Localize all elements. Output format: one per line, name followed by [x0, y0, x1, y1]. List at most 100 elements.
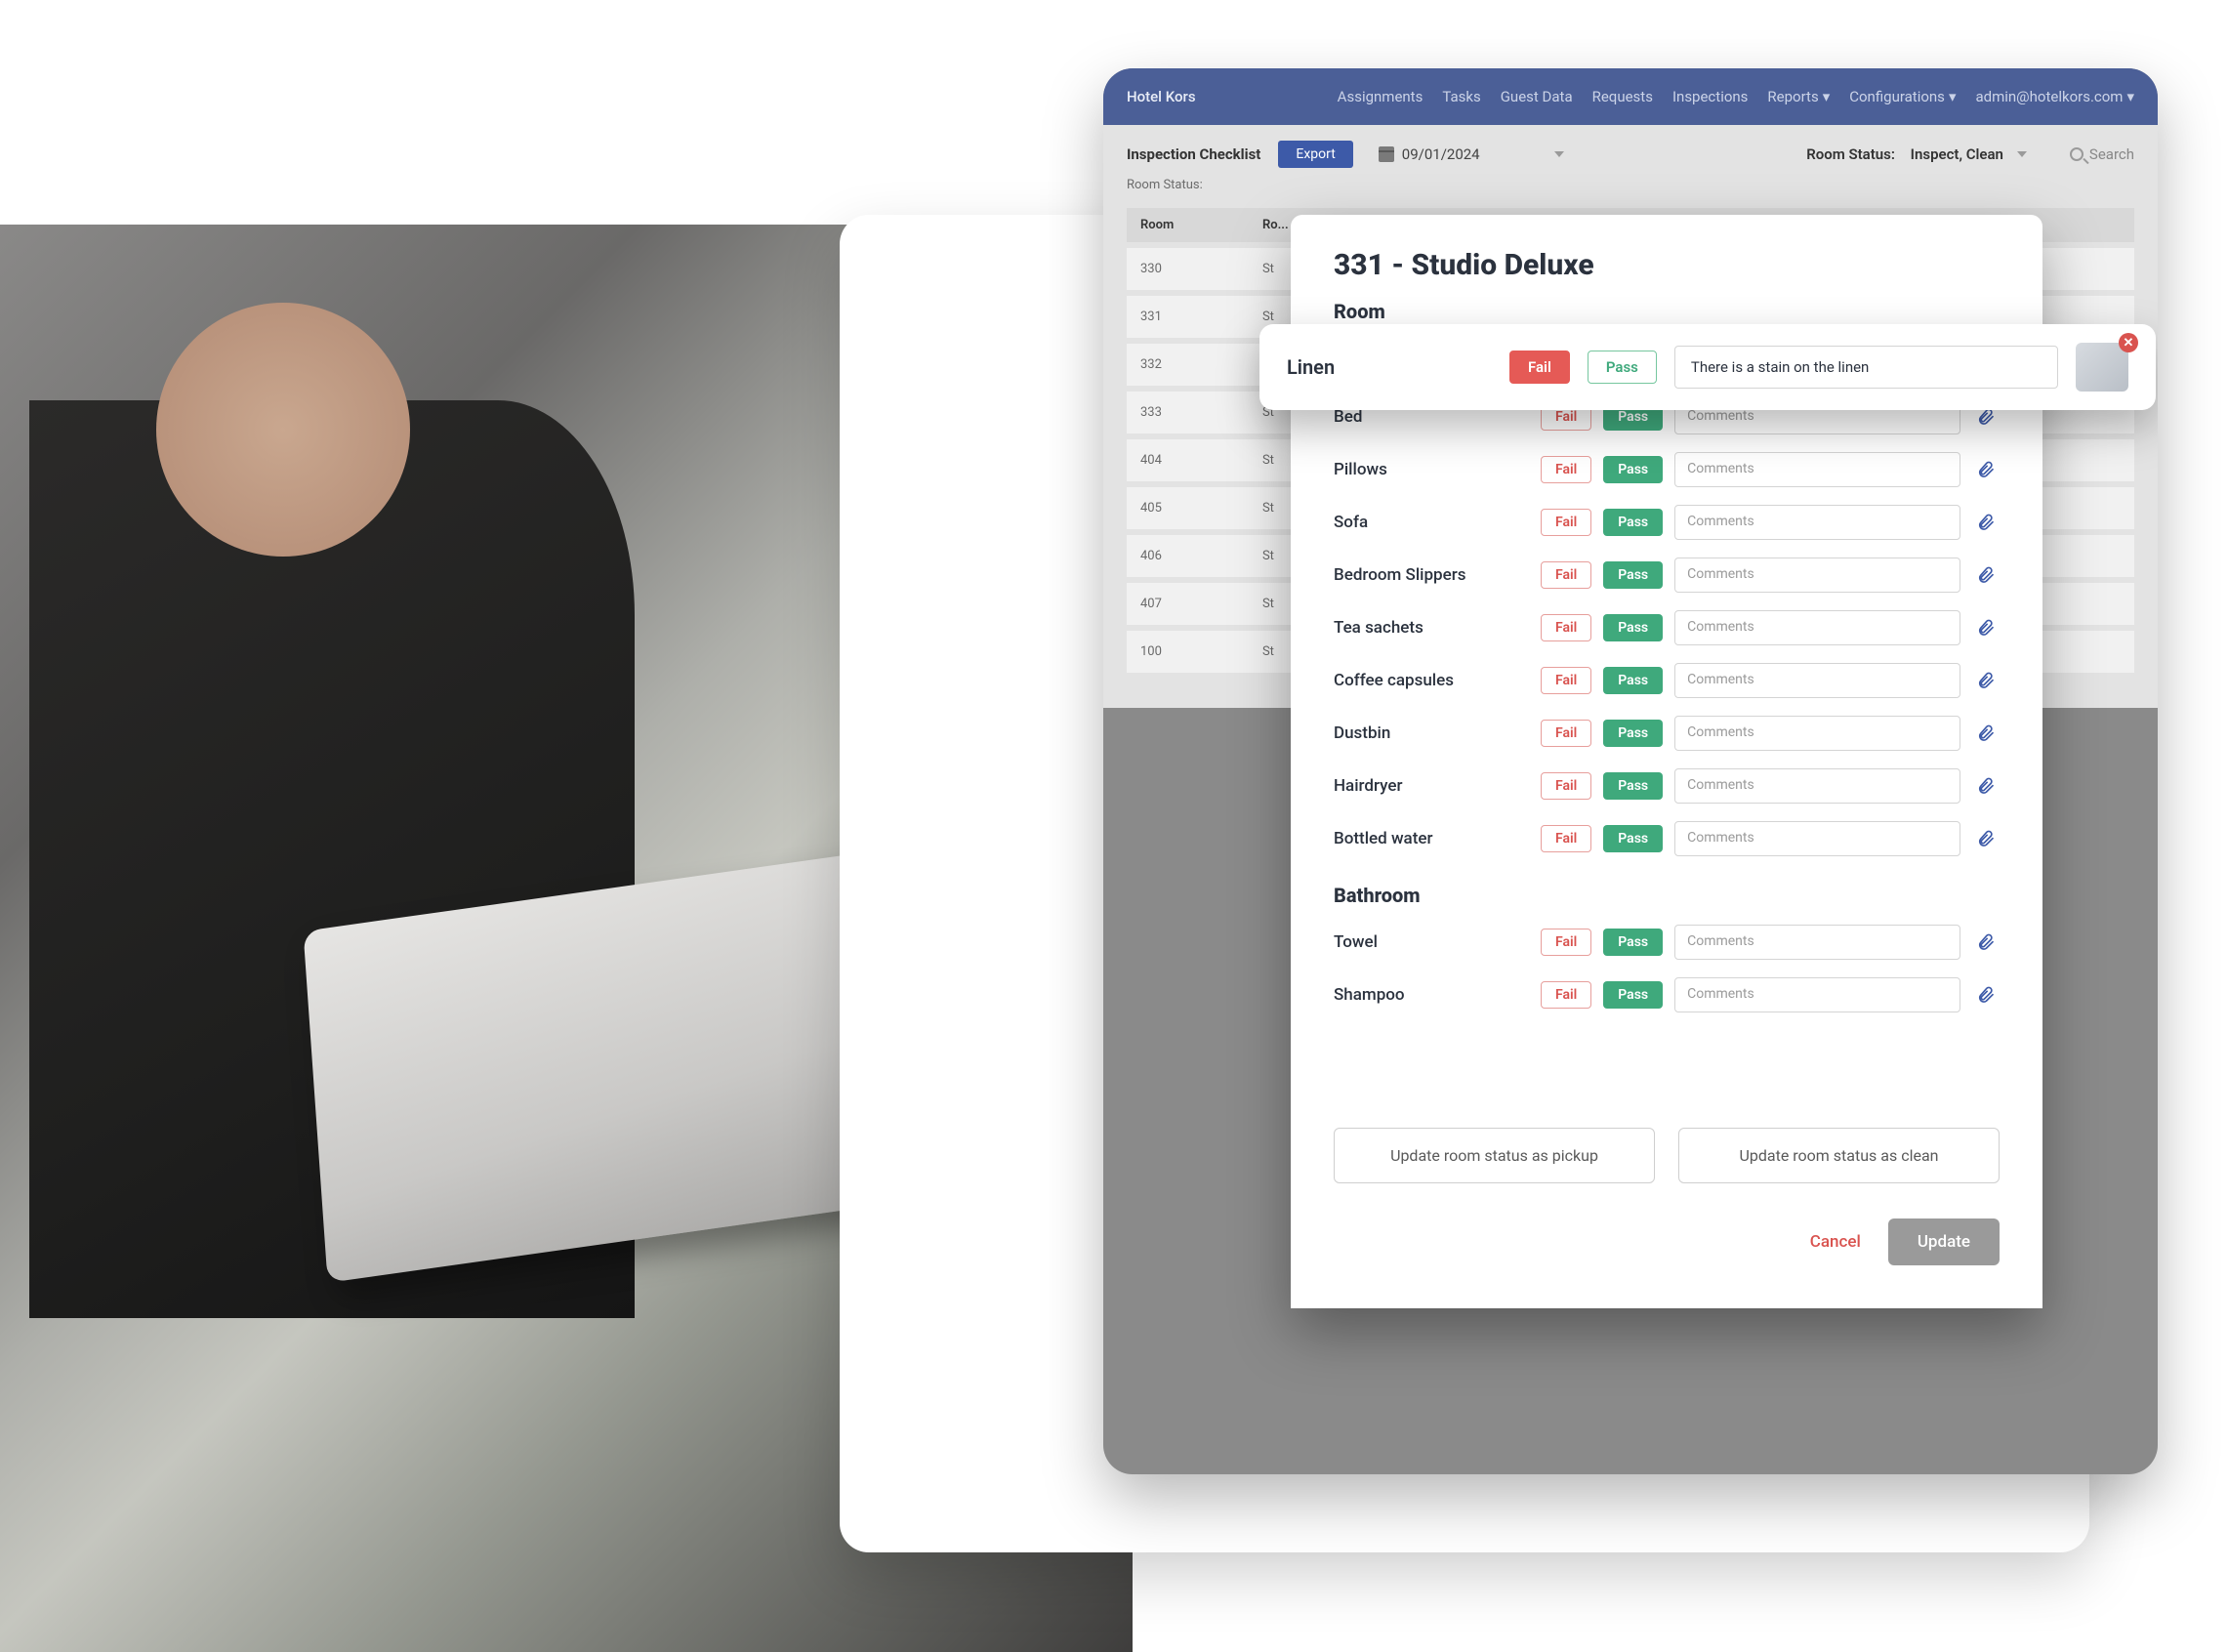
fail-button[interactable]: Fail — [1541, 614, 1591, 641]
search-input[interactable]: Search — [2070, 145, 2134, 163]
pass-button[interactable]: Pass — [1588, 351, 1657, 384]
cell-room: 406 — [1127, 535, 1249, 577]
status-line: Room Status: — [1103, 178, 2158, 202]
attachment-icon[interactable] — [1972, 720, 2000, 747]
checklist-item-label: Hairdryer — [1334, 776, 1529, 796]
checklist-row: Sofa Fail Pass Comments — [1334, 505, 2000, 540]
caret-icon: ▾ — [2126, 88, 2134, 105]
pass-button[interactable]: Pass — [1603, 561, 1663, 589]
comment-input[interactable]: Comments — [1674, 925, 1960, 960]
pass-button[interactable]: Pass — [1603, 772, 1663, 800]
fail-button[interactable]: Fail — [1541, 981, 1591, 1009]
fail-button[interactable]: Fail — [1541, 456, 1591, 483]
comment-input[interactable]: Comments — [1674, 821, 1960, 856]
checklist-item-label: Coffee capsules — [1334, 671, 1529, 690]
date-picker[interactable]: 09/01/2024 — [1379, 145, 1564, 163]
attachment-icon[interactable] — [1972, 981, 2000, 1009]
nav-assignments[interactable]: Assignments — [1338, 88, 1423, 105]
update-button[interactable]: Update — [1888, 1218, 2000, 1265]
checklist-row: Pillows Fail Pass Comments — [1334, 452, 2000, 487]
nav-inspections[interactable]: Inspections — [1672, 88, 1748, 105]
fail-button[interactable]: Fail — [1541, 561, 1591, 589]
pass-button[interactable]: Pass — [1603, 614, 1663, 641]
attachment-icon[interactable] — [1972, 929, 2000, 956]
cell-room: 407 — [1127, 583, 1249, 625]
cell-room: 404 — [1127, 439, 1249, 481]
checklist-row: Coffee capsules Fail Pass Comments — [1334, 663, 2000, 698]
comment-input[interactable]: Comments — [1674, 610, 1960, 645]
room-status-filter[interactable]: Room Status: Inspect, Clean — [1806, 145, 2027, 163]
checklist-row: Bottled waterFailPassComments — [1334, 821, 2000, 856]
navbar: Hotel Kors Assignments Tasks Guest Data … — [1103, 68, 2158, 125]
section-bathroom-heading: Bathroom — [1334, 884, 2000, 907]
pass-button[interactable]: Pass — [1603, 456, 1663, 483]
cancel-button[interactable]: Cancel — [1810, 1232, 1861, 1252]
cell-room: 331 — [1127, 296, 1249, 338]
comment-input[interactable]: Comments — [1674, 768, 1960, 804]
pass-button[interactable]: Pass — [1603, 667, 1663, 694]
checklist-item-label: Shampoo — [1334, 985, 1529, 1005]
pass-button[interactable]: Pass — [1603, 929, 1663, 956]
brand-label[interactable]: Hotel Kors — [1127, 88, 1196, 105]
nav-guest-data[interactable]: Guest Data — [1501, 88, 1573, 105]
fail-button[interactable]: Fail — [1509, 351, 1570, 384]
comment-input[interactable]: Comments — [1674, 558, 1960, 593]
checklist-popout-linen: Linen Fail Pass There is a stain on the … — [1259, 324, 2156, 410]
attachment-icon[interactable] — [1972, 614, 2000, 641]
date-value: 09/01/2024 — [1402, 145, 1480, 163]
attachment-thumbnail[interactable]: ✕ — [2076, 343, 2128, 392]
popout-label: Linen — [1287, 355, 1492, 379]
comment-input[interactable]: Comments — [1674, 663, 1960, 698]
checklist-row: Hairdryer Fail Pass Comments — [1334, 768, 2000, 804]
cell-room: 405 — [1127, 487, 1249, 529]
nav-configurations[interactable]: Configurations▾ — [1849, 88, 1956, 105]
comment-input[interactable]: Comments — [1674, 716, 1960, 751]
attachment-icon[interactable] — [1972, 561, 2000, 589]
nav-reports[interactable]: Reports▾ — [1767, 88, 1830, 105]
attachment-icon[interactable] — [1972, 509, 2000, 536]
nav-tasks[interactable]: Tasks — [1442, 88, 1480, 105]
app-window: Hotel Kors Assignments Tasks Guest Data … — [1103, 68, 2158, 1474]
pass-button[interactable]: Pass — [1603, 825, 1663, 852]
fail-button[interactable]: Fail — [1541, 772, 1591, 800]
update-clean-button[interactable]: Update room status as clean — [1678, 1128, 2000, 1183]
update-pickup-button[interactable]: Update room status as pickup — [1334, 1128, 1655, 1183]
fail-button[interactable]: Fail — [1541, 720, 1591, 747]
comment-input[interactable]: There is a stain on the linen — [1674, 346, 2058, 389]
fail-button[interactable]: Fail — [1541, 929, 1591, 956]
fail-button[interactable]: Fail — [1541, 825, 1591, 852]
attachment-icon[interactable] — [1972, 667, 2000, 694]
caret-icon: ▾ — [1949, 88, 1957, 105]
pass-button[interactable]: Pass — [1603, 720, 1663, 747]
checklist-item-label: Sofa — [1334, 513, 1529, 532]
comment-input[interactable]: Comments — [1674, 505, 1960, 540]
nav-requests[interactable]: Requests — [1592, 88, 1653, 105]
export-button[interactable]: Export — [1278, 141, 1352, 168]
attachment-icon[interactable] — [1972, 456, 2000, 483]
checklist-row: Shampoo Fail Pass Comments — [1334, 977, 2000, 1012]
nav-user-menu[interactable]: admin@hotelkors.com▾ — [1975, 88, 2134, 105]
checklist-item-label: Dustbin — [1334, 723, 1529, 743]
comment-input[interactable]: Comments — [1674, 977, 1960, 1012]
pass-button[interactable]: Pass — [1603, 981, 1663, 1009]
col-room[interactable]: Room — [1127, 208, 1249, 242]
chevron-down-icon — [2017, 151, 2027, 157]
checklist-row: Bedroom SlippersFailPassComments — [1334, 558, 2000, 593]
fail-button[interactable]: Fail — [1541, 509, 1591, 536]
cell-room: 330 — [1127, 248, 1249, 290]
cell-room: 333 — [1127, 392, 1249, 434]
remove-attachment-icon[interactable]: ✕ — [2119, 333, 2138, 352]
modal-footer: Update room status as pickup Update room… — [1291, 1106, 2042, 1308]
attachment-icon[interactable] — [1972, 825, 2000, 852]
attachment-icon[interactable] — [1972, 772, 2000, 800]
cell-room: 332 — [1127, 344, 1249, 386]
checklist-item-label: Tea sachets — [1334, 618, 1529, 638]
pass-button[interactable]: Pass — [1603, 509, 1663, 536]
page-title: Inspection Checklist — [1127, 145, 1260, 163]
modal-title: 331 - Studio Deluxe — [1334, 248, 2000, 282]
comment-input[interactable]: Comments — [1674, 452, 1960, 487]
checklist-item-label: Pillows — [1334, 460, 1529, 479]
chevron-down-icon — [1554, 151, 1564, 157]
cell-room: 100 — [1127, 631, 1249, 673]
fail-button[interactable]: Fail — [1541, 667, 1591, 694]
